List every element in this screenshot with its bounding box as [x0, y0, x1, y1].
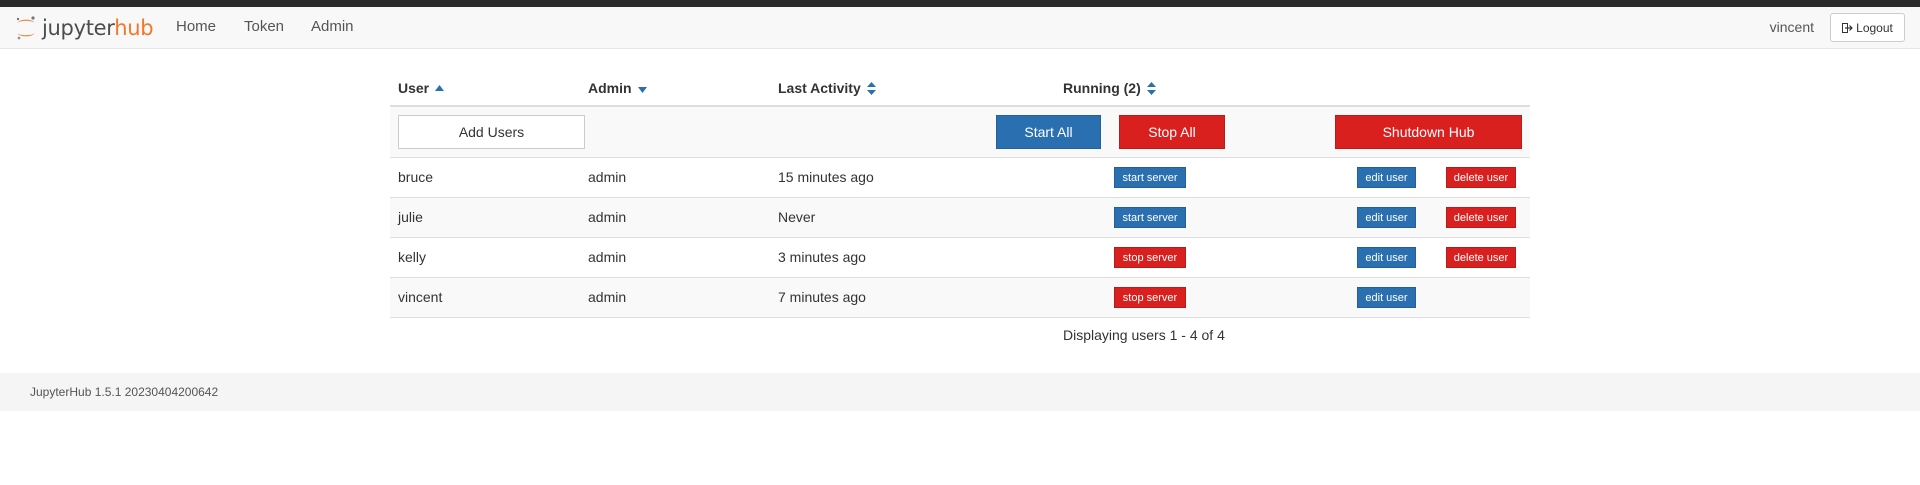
jupyter-logo-icon [14, 15, 38, 41]
sort-by-running-header[interactable]: Running (2) [1063, 80, 1156, 96]
nav-admin-link[interactable]: Admin [311, 18, 354, 35]
user-column-label: User [398, 80, 430, 96]
edit-user-button[interactable]: edit user [1357, 287, 1416, 308]
edit-user-button[interactable]: edit user [1357, 247, 1416, 268]
last-activity: Never [778, 209, 816, 225]
sign-out-icon [1842, 22, 1853, 33]
sort-both-icon [1146, 81, 1156, 95]
current-username: vincent [1769, 19, 1814, 35]
delete-user-button[interactable]: delete user [1446, 207, 1516, 228]
sort-by-admin-header[interactable]: Admin [588, 80, 647, 96]
table-header: User Admin Last Activity Running (2) [390, 70, 1530, 107]
start-server-button[interactable]: start server [1114, 167, 1186, 188]
admin-status: admin [588, 169, 627, 185]
logout-button[interactable]: Logout [1830, 13, 1905, 42]
last-activity: 3 minutes ago [778, 249, 866, 265]
start-server-button[interactable]: start server [1114, 207, 1186, 228]
table-row: kelly admin 3 minutes ago stop server ed… [390, 238, 1530, 278]
bulk-actions-row: Add Users Start All Stop All Shutdown Hu… [390, 107, 1530, 158]
sort-by-last-activity-header[interactable]: Last Activity [778, 80, 876, 96]
user-name: bruce [398, 169, 434, 185]
last-activity: 7 minutes ago [778, 289, 866, 305]
sort-asc-icon [435, 85, 445, 91]
start-all-button[interactable]: Start All [996, 115, 1101, 149]
sort-by-user-header[interactable]: User [398, 80, 445, 96]
running-column-label: Running (2) [1063, 80, 1141, 96]
admin-status: admin [588, 209, 627, 225]
stop-server-button[interactable]: stop server [1114, 247, 1186, 268]
users-table: User Admin Last Activity Running (2) Add… [390, 70, 1530, 318]
admin-status: admin [588, 249, 627, 265]
shutdown-hub-button[interactable]: Shutdown Hub [1335, 115, 1522, 149]
delete-user-button[interactable]: delete user [1446, 247, 1516, 268]
logout-label: Logout [1856, 20, 1893, 35]
sort-desc-icon [637, 87, 647, 93]
stop-server-button[interactable]: stop server [1114, 287, 1186, 308]
nav-token-link[interactable]: Token [244, 18, 284, 35]
version-text: JupyterHub 1.5.1 20230404200642 [30, 385, 219, 399]
admin-column-label: Admin [588, 80, 632, 96]
last-activity: 15 minutes ago [778, 169, 874, 185]
user-name: vincent [398, 289, 443, 305]
page-footer: JupyterHub 1.5.1 20230404200642 [0, 373, 1920, 411]
top-strip [0, 0, 1920, 7]
add-users-button[interactable]: Add Users [398, 115, 585, 149]
pagination-summary: Displaying users 1 - 4 of 4 [1063, 327, 1225, 343]
table-row: bruce admin 15 minutes ago start server … [390, 158, 1530, 198]
edit-user-button[interactable]: edit user [1357, 207, 1416, 228]
table-row: vincent admin 7 minutes ago stop server … [390, 278, 1530, 318]
brand-name: jupyterhub [42, 16, 154, 40]
user-name: julie [398, 209, 423, 225]
table-row: julie admin Never start server edit user… [390, 198, 1530, 238]
last-activity-column-label: Last Activity [778, 80, 861, 96]
sort-both-icon [866, 81, 876, 95]
stop-all-button[interactable]: Stop All [1119, 115, 1225, 149]
navbar: jupyterhub Home Token Admin vincent Logo… [0, 7, 1920, 49]
delete-user-button[interactable]: delete user [1446, 167, 1516, 188]
user-name: kelly [398, 249, 427, 265]
admin-status: admin [588, 289, 627, 305]
nav-home-link[interactable]: Home [176, 18, 216, 35]
edit-user-button[interactable]: edit user [1357, 167, 1416, 188]
jupyterhub-logo[interactable]: jupyterhub [14, 15, 154, 41]
